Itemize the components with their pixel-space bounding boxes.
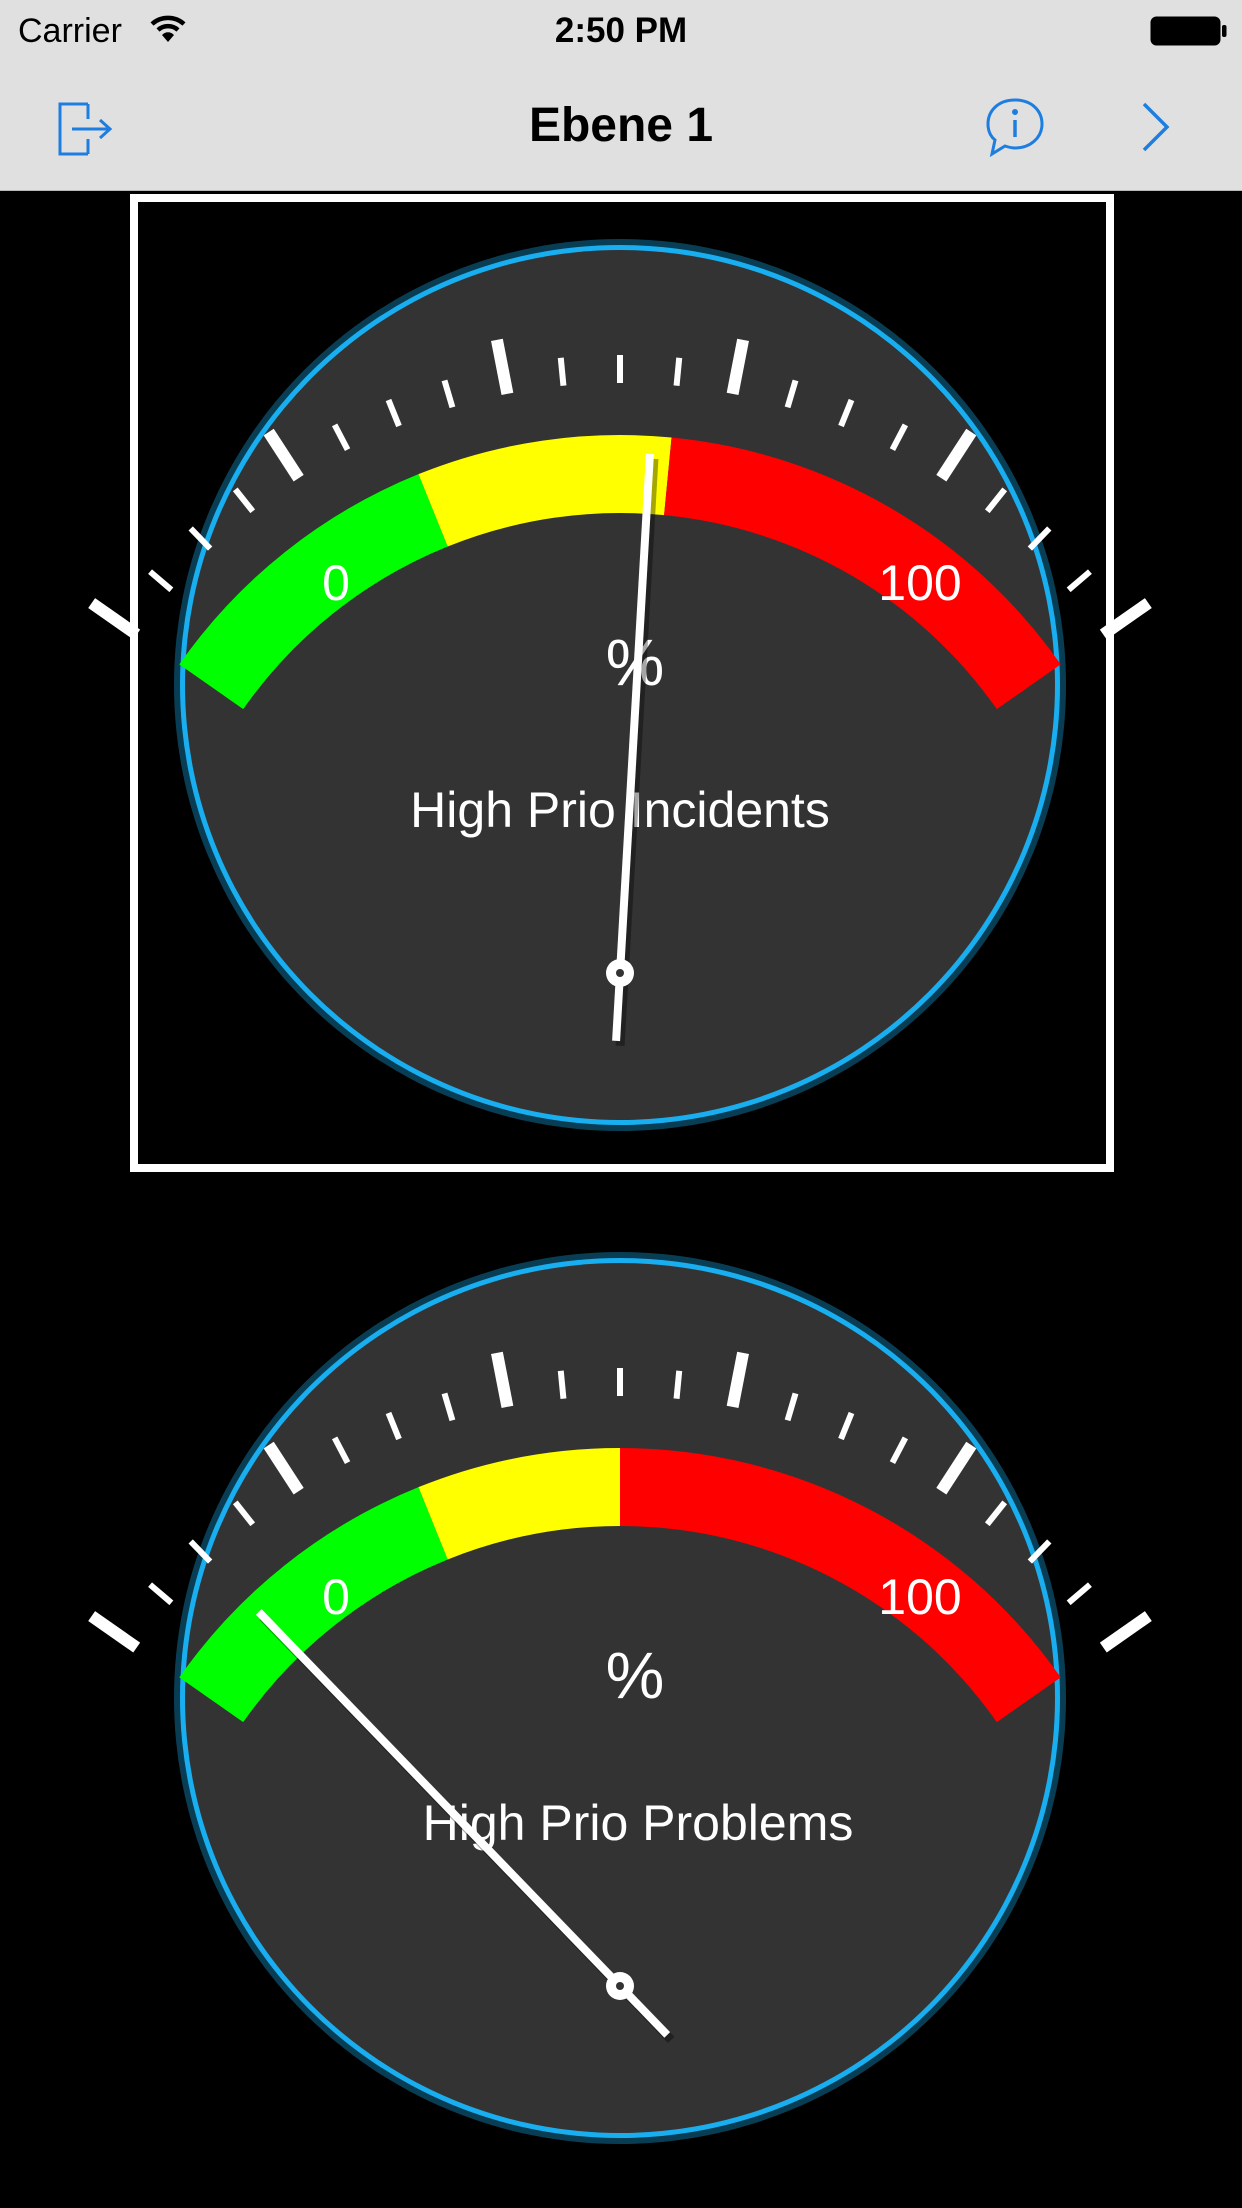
status-bar: Carrier 2:50 PM <box>0 0 1242 62</box>
minor-tick <box>673 1370 683 1400</box>
chevron-right-icon[interactable] <box>1122 92 1192 162</box>
unit-label: % <box>606 1638 665 1712</box>
minor-tick <box>557 357 567 387</box>
info-bubble-icon[interactable] <box>980 92 1050 162</box>
major-tick <box>88 1611 141 1653</box>
minor-tick <box>557 1370 567 1400</box>
gauge-title: High Prio Incidents <box>410 782 830 838</box>
minor-tick <box>1066 569 1092 593</box>
needle-hub-dot <box>616 969 624 977</box>
gauge-title: High Prio Problems <box>423 1795 854 1851</box>
max-label: 100 <box>878 1569 961 1625</box>
major-tick <box>88 598 141 640</box>
min-label: 0 <box>322 1569 350 1625</box>
max-label: 100 <box>878 555 961 611</box>
major-tick <box>1099 1611 1152 1653</box>
minor-tick <box>673 357 683 387</box>
minor-tick <box>1066 1582 1092 1606</box>
clock-time: 2:50 PM <box>554 11 688 50</box>
minor-tick <box>148 1582 174 1606</box>
page-title: Ebene 1 <box>528 99 714 152</box>
min-label: 0 <box>322 555 350 611</box>
minor-tick <box>148 569 174 593</box>
gauge-high-prio-incidents[interactable]: 0 100 % High Prio Incidents <box>0 190 1242 1190</box>
needle-hub-dot <box>616 1982 624 1990</box>
battery-icon <box>1150 16 1228 51</box>
gauge-high-prio-problems[interactable]: 0 100 % High Prio Problems <box>0 1190 1242 2208</box>
navigation-bar: Ebene 1 <box>0 62 1242 191</box>
